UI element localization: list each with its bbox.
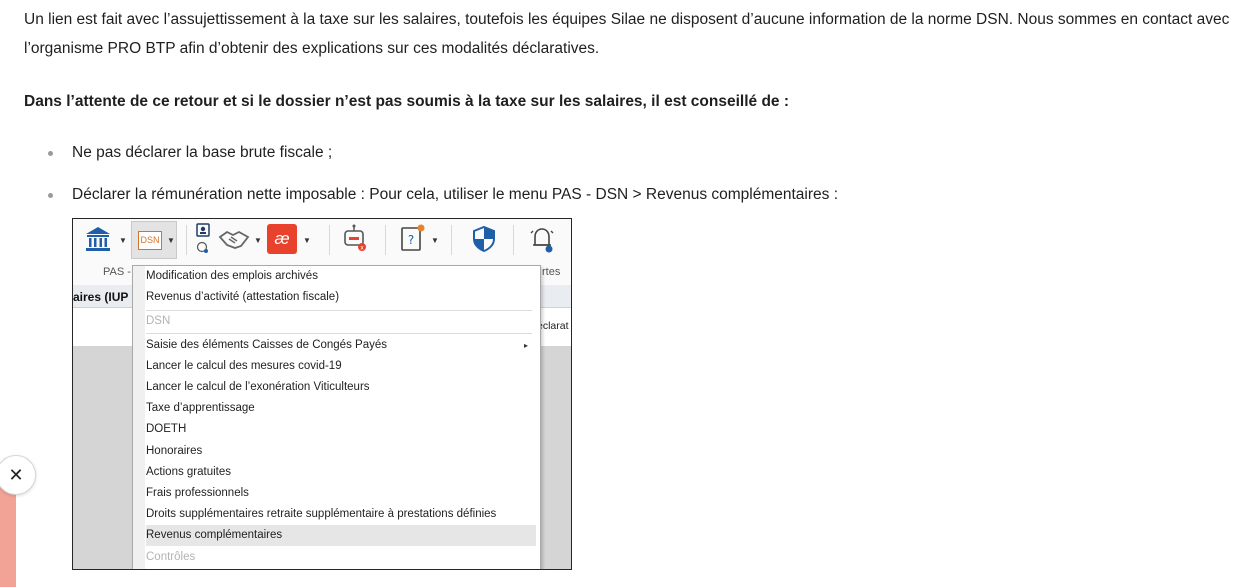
menu-item-mesures-covid[interactable]: Lancer le calcul des mesures covid-19	[146, 356, 536, 377]
column-header: éclarat	[537, 320, 569, 332]
menu-group-dsn: DSN	[146, 315, 171, 327]
list-item-text: Déclarer la rémunération nette imposable…	[72, 186, 839, 203]
ribbon-group-label: PAS -	[103, 266, 131, 278]
bullet-dot-icon	[48, 193, 53, 198]
close-icon: ✕	[8, 465, 24, 485]
robot-icon[interactable]: x	[339, 221, 369, 259]
menu-item-revenus-activite[interactable]: Revenus d’activité (attestation fiscale)	[146, 287, 536, 308]
list-item-text: Ne pas déclarer la base brute fiscale ;	[72, 144, 333, 161]
shield-icon[interactable]	[469, 221, 499, 259]
menu-item-droits-retraite[interactable]: Droits supplémentaires retraite suppléme…	[146, 504, 536, 525]
pas-dsn-button[interactable]: DSN ▼	[131, 221, 177, 259]
close-button[interactable]: ✕	[0, 455, 36, 495]
handshake-icon[interactable]	[217, 221, 251, 259]
menu-gutter	[133, 266, 145, 569]
menu-item-frais-professionnels[interactable]: Frais professionnels	[146, 483, 536, 504]
pas-dsn-dropdown-menu: Modification des emplois archivés Revenu…	[132, 265, 541, 569]
chevron-right-icon: ▸	[523, 341, 528, 350]
bell-settings-icon[interactable]	[527, 221, 557, 259]
menu-item-actions-gratuites[interactable]: Actions gratuites	[146, 462, 536, 483]
chevron-down-icon: ▼	[167, 236, 175, 245]
chevron-down-icon[interactable]: ▼	[254, 236, 262, 245]
menu-item-caisses-conges-payes[interactable]: Saisie des éléments Caisses de Congés Pa…	[146, 335, 536, 356]
menu-item-exoneration-viticulteurs[interactable]: Lancer le calcul de l’exonération Viticu…	[146, 377, 536, 398]
svg-text:x: x	[360, 245, 364, 252]
side-accent-bar	[0, 486, 16, 587]
section-title: aires (IUP	[73, 290, 129, 304]
bullet-dot-icon	[48, 151, 53, 156]
bank-icon[interactable]	[83, 221, 113, 259]
svg-text:?: ?	[408, 233, 414, 247]
chevron-down-icon[interactable]: ▼	[303, 236, 311, 245]
intro-paragraph: Un lien est fait avec l’assujettissement…	[24, 11, 1230, 57]
advice-paragraph: Dans l’attente de ce retour et si le dos…	[24, 93, 789, 110]
ribbon-group-label: rtes	[542, 266, 561, 278]
embedded-screenshot: ▼ DSN ▼ ▼ æ ▼ x ? ▼ PAS - rtes aires (IU…	[72, 218, 572, 570]
menu-item-doeth[interactable]: DOETH	[146, 419, 536, 440]
chevron-down-icon[interactable]: ▼	[431, 236, 439, 245]
menu-item-taxe-apprentissage[interactable]: Taxe d’apprentissage	[146, 398, 536, 419]
dsn-icon: DSN	[138, 231, 162, 250]
chevron-down-icon[interactable]: ▼	[119, 236, 127, 245]
help-book-icon[interactable]: ?	[397, 221, 427, 259]
app-badge-icon[interactable]: æ	[267, 224, 297, 254]
person-card-icon[interactable]	[193, 221, 217, 259]
menu-item-modification-emplois-archives[interactable]: Modification des emplois archivés	[146, 266, 536, 287]
menu-item-honoraires[interactable]: Honoraires	[146, 441, 536, 462]
menu-item-controles: Contrôles	[146, 551, 196, 563]
menu-item-revenus-complementaires[interactable]: Revenus complémentaires	[146, 525, 536, 546]
